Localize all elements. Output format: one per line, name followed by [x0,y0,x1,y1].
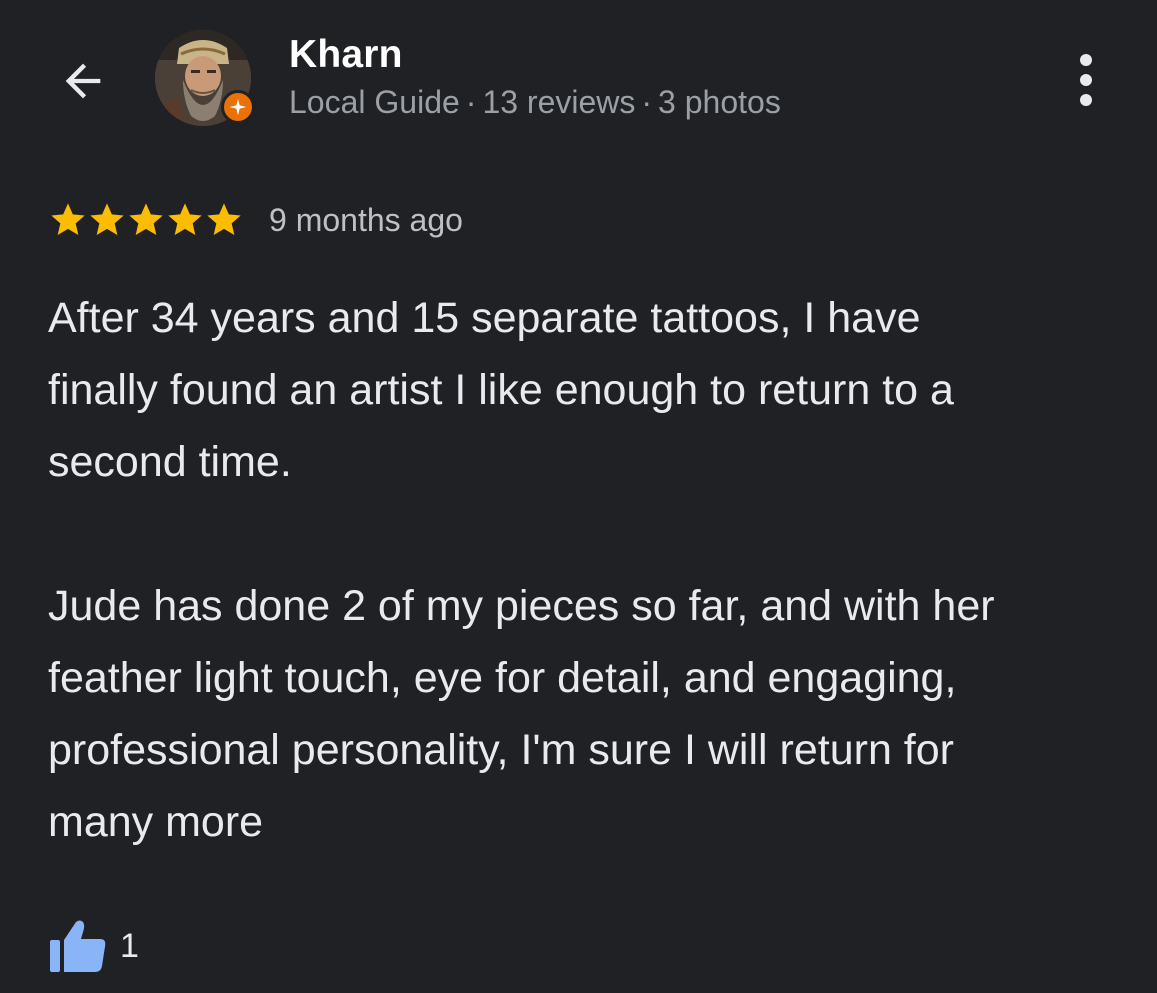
like-count: 1 [120,926,139,965]
more-vert-icon-dot [1080,94,1092,106]
star-icon [168,203,202,235]
more-options-button[interactable] [1066,50,1106,110]
guide-level: Local Guide [289,84,460,120]
star-rating [48,200,243,240]
review-text: After 34 years and 15 separate tattoos, … [48,294,995,846]
star-icon [90,203,124,235]
avatar[interactable] [155,30,255,130]
arrow-back-icon [65,63,101,99]
meta-separator: · [641,84,653,120]
back-button[interactable] [52,50,114,112]
star-icon [207,203,241,235]
local-guide-badge-icon [221,90,255,124]
user-name[interactable]: Kharn [289,33,403,77]
star-icon [51,203,85,235]
star-icon [129,203,163,235]
more-vert-icon-dot [1080,54,1092,66]
more-vert-icon-dot [1080,74,1092,86]
like-button[interactable]: 1 [48,918,139,974]
review-header: Kharn Local Guide · 13 reviews · 3 photos [0,0,1157,160]
rating-row: 9 months ago [48,196,463,244]
review-time: 9 months ago [269,201,463,238]
thumbs-up-icon [50,920,106,972]
meta-separator: · [465,84,477,120]
user-meta: Local Guide · 13 reviews · 3 photos [289,84,781,121]
review-count: 13 reviews [482,84,636,120]
photo-count: 3 photos [658,84,781,120]
